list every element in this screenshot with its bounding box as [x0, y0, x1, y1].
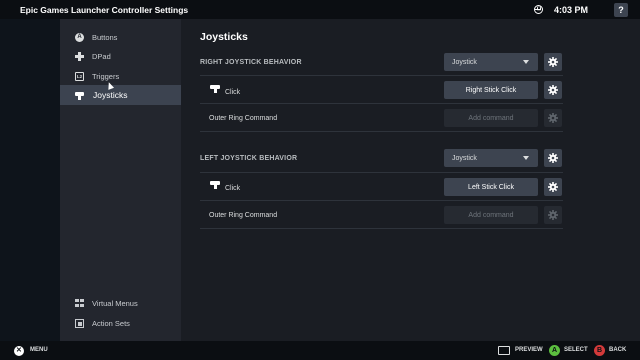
back-label[interactable]: BACK [609, 347, 626, 353]
dpad-icon [75, 51, 84, 61]
sidebar-item-label: Joysticks [93, 90, 128, 100]
divider [200, 103, 563, 104]
l2-trigger-icon: L2 [75, 71, 84, 81]
gear-icon [548, 57, 558, 67]
left-joystick-behavior-dropdown[interactable]: Joystick [444, 149, 538, 167]
sidebar-item-dpad[interactable]: DPad [60, 46, 181, 66]
left-click-label: Click [225, 185, 241, 192]
sidebar-item-label: Triggers [92, 71, 120, 81]
right-click-settings-button[interactable] [544, 81, 562, 99]
top-bar: Epic Games Launcher Controller Settings … [0, 0, 640, 19]
divider [200, 228, 563, 229]
sidebar-item-label: Action Sets [92, 318, 130, 328]
action-sets-icon [75, 318, 84, 328]
gear-icon [548, 153, 558, 163]
window-title: Epic Games Launcher Controller Settings [20, 4, 189, 15]
joystick-icon [75, 91, 84, 100]
divider [200, 131, 563, 132]
gear-icon [548, 182, 558, 192]
sidebar-item-buttons[interactable]: A Buttons [60, 27, 181, 47]
left-outer-ring-settings-button[interactable] [544, 206, 562, 224]
a-button-icon: A [75, 32, 84, 42]
gear-icon [548, 85, 558, 95]
dropdown-value: Joystick [452, 154, 477, 162]
preview-icon[interactable] [498, 346, 510, 355]
right-joystick-settings-button[interactable] [544, 53, 562, 71]
page-title: Joysticks [200, 31, 248, 43]
help-button[interactable]: ? [614, 2, 628, 17]
chevron-down-icon [523, 60, 529, 64]
clock: 4:03 PM [553, 4, 588, 15]
menu-label[interactable]: MENU [30, 347, 48, 353]
right-click-label: Click [225, 89, 241, 96]
globe-icon[interactable] [533, 5, 543, 14]
divider [200, 200, 563, 201]
divider [200, 172, 563, 173]
right-joystick-heading: RIGHT JOYSTICK BEHAVIOR [200, 59, 302, 66]
left-click-settings-button[interactable] [544, 178, 562, 196]
joystick-click-icon [210, 180, 220, 190]
gear-icon [548, 113, 558, 123]
right-stick-click-button[interactable]: Right Stick Click [444, 81, 538, 99]
joystick-click-icon [210, 84, 220, 94]
left-outer-ring-label: Outer Ring Command [209, 212, 278, 219]
sidebar-item-triggers[interactable]: L2 Triggers [60, 66, 181, 86]
select-label[interactable]: SELECT [564, 347, 588, 353]
sidebar-item-label: Virtual Menus [92, 298, 138, 308]
chevron-down-icon [523, 156, 529, 160]
divider [200, 75, 563, 76]
right-outer-ring-add-command-button[interactable]: Add command [444, 109, 538, 127]
a-button-icon[interactable]: A [549, 345, 560, 356]
left-stick-click-button[interactable]: Left Stick Click [444, 178, 538, 196]
sidebar-item-joysticks[interactable]: Joysticks [60, 85, 181, 105]
grid-icon [75, 298, 84, 308]
gear-icon [548, 210, 558, 220]
main-panel: Joysticks RIGHT JOYSTICK BEHAVIOR Joysti… [181, 19, 640, 341]
sidebar-item-virtual-menus[interactable]: Virtual Menus [60, 293, 181, 313]
b-button-icon[interactable]: B [594, 345, 605, 356]
right-joystick-behavior-dropdown[interactable]: Joystick [444, 53, 538, 71]
right-outer-ring-settings-button[interactable] [544, 109, 562, 127]
left-joystick-heading: LEFT JOYSTICK BEHAVIOR [200, 155, 298, 162]
steam-menu-icon[interactable] [14, 346, 24, 356]
dropdown-value: Joystick [452, 58, 477, 66]
sidebar-item-label: Buttons [92, 32, 118, 42]
sidebar-item-label: DPad [92, 51, 111, 61]
left-outer-ring-add-command-button[interactable]: Add command [444, 206, 538, 224]
preview-label[interactable]: PREVIEW [515, 347, 543, 353]
bottom-bar: MENU PREVIEW A SELECT B BACK [0, 341, 640, 360]
sidebar: A Buttons DPad L2 Triggers Joysticks Vir… [60, 19, 181, 341]
sidebar-item-action-sets[interactable]: Action Sets [60, 313, 181, 333]
right-outer-ring-label: Outer Ring Command [209, 115, 278, 122]
left-joystick-settings-button[interactable] [544, 149, 562, 167]
